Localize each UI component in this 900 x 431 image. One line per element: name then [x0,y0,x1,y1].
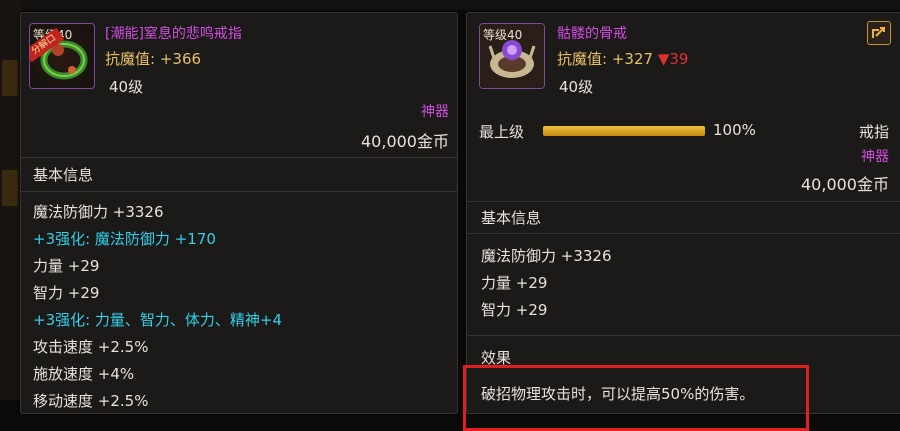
left-divider-2 [21,191,457,192]
left-attribute: 魔法防御力 +3326 [33,203,164,221]
top-strip [0,0,900,10]
right-divider [467,201,900,202]
right-item-name: 骷髅的骨戒 [557,26,627,42]
left-item-level: 40级 [109,78,144,96]
grade-percent: 100% [713,121,756,139]
right-stat-label: 抗魔值: [557,50,608,68]
left-attribute: 攻击速度 +2.5% [33,338,149,356]
right-attribute: 力量 +29 [481,274,548,292]
right-item-level: 40级 [559,78,594,96]
right-divider-2 [467,233,900,234]
left-stat-label: 抗魔值: [105,50,156,68]
share-button[interactable] [867,21,891,45]
right-stat-value: +327 [611,50,654,68]
right-item-rarity: 神器 [861,149,889,165]
left-attribute: 力量 +29 [33,257,100,275]
left-divider [21,157,457,158]
left-attribute: +3强化: 魔法防御力 +170 [33,230,216,248]
left-basic-info-title: 基本信息 [33,166,94,184]
side-tab-2[interactable] [2,170,18,206]
right-item-price: 40,000金币 [801,175,889,194]
item-type: 戒指 [858,123,889,141]
right-basic-info-title: 基本信息 [481,209,542,227]
right-level-tag: 等级40 [483,28,523,42]
right-item-icon-box: 等级40 [479,23,545,89]
right-attribute: 魔法防御力 +3326 [481,247,612,265]
grade-progress-bar [543,126,705,136]
right-divider-3 [467,335,900,336]
left-attribute: 智力 +29 [33,284,100,302]
left-item-price: 40,000金币 [361,132,449,151]
side-tab-1[interactable] [2,60,18,96]
left-item-name: [潮能]窒息的悲鸣戒指 [105,26,242,42]
right-stat-line: 抗魔值: +327 ▼39 [557,48,688,69]
left-stat-value: +366 [159,50,202,68]
effect-text: 破招物理攻击时，可以提高50%的伤害。 [481,385,755,403]
left-stat-line: 抗魔值: +366 [105,48,201,69]
left-item-icon-box: 等级40 分解口 [29,23,95,89]
item-tooltip-left: 等级40 分解口 [潮能]窒息的悲鸣戒指 抗魔值: +366 40级 神器 40… [20,12,458,414]
share-icon [872,27,885,38]
left-attribute: 施放速度 +4% [33,365,135,383]
right-stat-decrease: ▼39 [657,50,689,68]
right-attribute: 智力 +29 [481,301,548,319]
grade-progress-fill [543,126,705,136]
grade-label: 最上级 [479,123,525,141]
left-attribute: 移动速度 +2.5% [33,392,149,410]
left-side-tabs [0,0,22,400]
item-tooltip-right: 等级40 骷髅的骨戒 抗魔值: +327 ▼39 40级 最上级 100% 戒指… [463,12,900,431]
left-attribute: +3强化: 力量、智力、体力、精神+4 [33,311,283,329]
left-item-rarity: 神器 [421,104,449,120]
